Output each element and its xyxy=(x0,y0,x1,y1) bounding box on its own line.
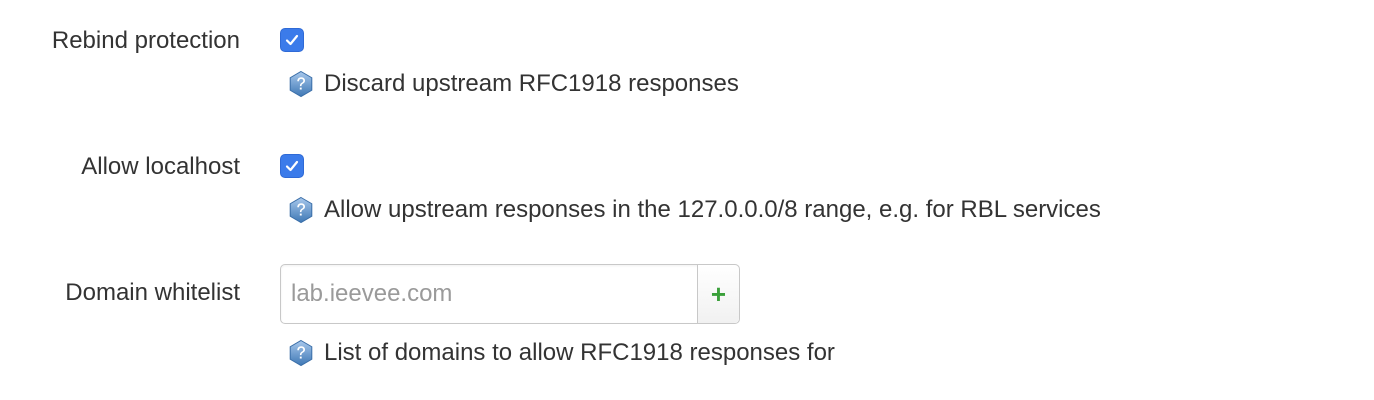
checkmark-icon xyxy=(285,34,299,46)
domain-whitelist-input-group: + xyxy=(280,264,740,324)
help-icon xyxy=(289,70,313,98)
rebind-protection-help: Discard upstream RFC1918 responses xyxy=(287,70,739,98)
checkmark-icon xyxy=(285,160,299,172)
rebind-protection-label: Rebind protection xyxy=(51,27,240,54)
domain-whitelist-help: List of domains to allow RFC1918 respons… xyxy=(287,339,835,367)
rebind-protection-description: Discard upstream RFC1918 responses xyxy=(324,70,739,97)
allow-localhost-label: Allow localhost xyxy=(81,153,240,180)
allow-localhost-description: Allow upstream responses in the 127.0.0.… xyxy=(324,196,1101,223)
allow-localhost-checkbox[interactable] xyxy=(280,154,304,178)
domain-whitelist-label: Domain whitelist xyxy=(65,279,240,306)
add-domain-button[interactable]: + xyxy=(697,265,739,323)
domain-whitelist-input[interactable] xyxy=(281,265,697,323)
domain-whitelist-description: List of domains to allow RFC1918 respons… xyxy=(324,339,835,366)
allow-localhost-help: Allow upstream responses in the 127.0.0.… xyxy=(287,196,1101,224)
rebind-protection-checkbox[interactable] xyxy=(280,28,304,52)
help-icon xyxy=(289,339,313,367)
help-icon xyxy=(289,196,313,224)
